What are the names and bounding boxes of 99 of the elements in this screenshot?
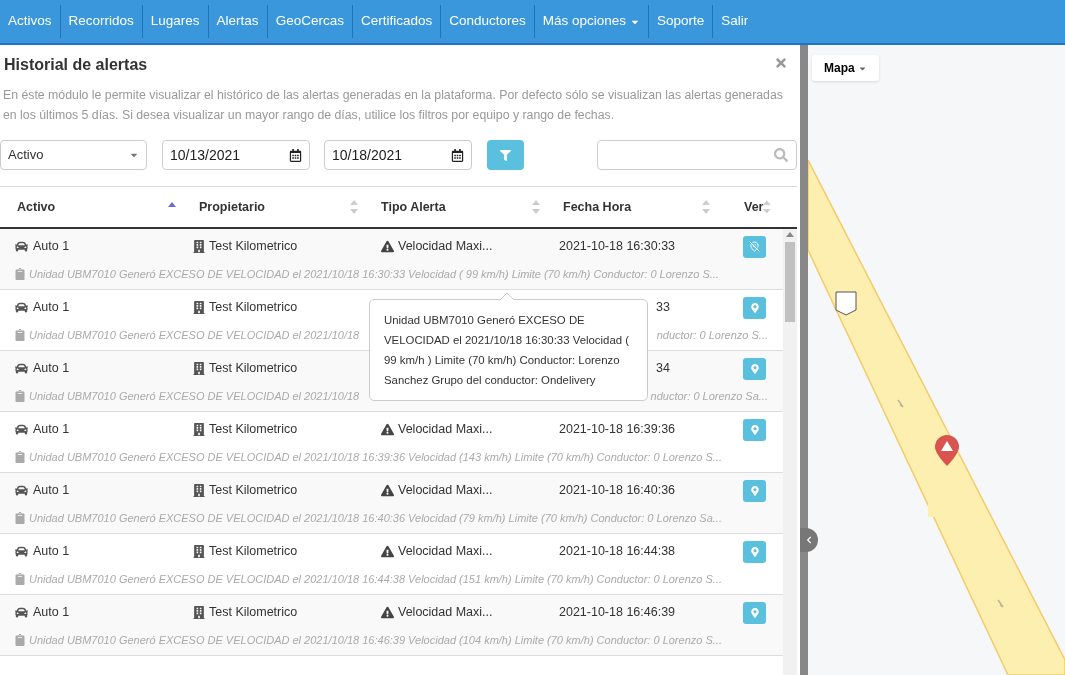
column-header[interactable]: Ver <box>744 197 764 217</box>
nav-link[interactable]: Más opciones <box>533 5 649 38</box>
warning-icon <box>381 484 394 498</box>
nav-link[interactable]: Lugares <box>141 5 208 38</box>
view-button[interactable] <box>743 540 766 563</box>
building-icon <box>193 484 205 498</box>
building-icon <box>193 301 205 315</box>
building-icon <box>193 240 205 254</box>
column-header[interactable]: Activo <box>17 197 56 217</box>
warning-icon <box>381 606 394 620</box>
clipboard-icon <box>15 390 25 402</box>
view-button[interactable] <box>743 235 766 258</box>
asset-cell-text: Auto 1 <box>33 482 70 500</box>
warning-icon <box>381 423 394 437</box>
alert-detail: nductor: 0 Lorenzo S... <box>656 327 768 343</box>
map-layer-button[interactable]: Mapa <box>812 55 879 81</box>
alert-detail: Unidad UBM7010 Generó EXCESO DE VELOCIDAD el 2021/10/18 <box>29 388 360 404</box>
nav-link[interactable]: Certificados <box>351 5 441 38</box>
clipboard-icon <box>15 451 25 463</box>
owner-cell-text: Test Kilometrico <box>209 543 298 561</box>
car-icon <box>15 423 28 437</box>
close-button[interactable] <box>774 56 788 70</box>
owner-cell-text: Test Kilometrico <box>209 482 298 500</box>
collapse-handle[interactable] <box>800 528 818 552</box>
car-icon <box>15 606 28 620</box>
nav-link[interactable]: GeoCercas <box>266 5 352 38</box>
nav-link[interactable]: Alertas <box>207 5 267 38</box>
datetime-cell-text: 33 <box>656 299 670 317</box>
car-icon <box>15 362 28 376</box>
datetime-cell-text: 2021-10-18 16:46:39 <box>559 604 676 622</box>
column-header[interactable]: Propietario <box>199 197 265 217</box>
alert-detail: Unidad UBM7010 Generó EXCESO DE VELOCIDAD el 2021/10/18 16:40:36 Velocidad (79 km/h) Limite (70 km/h) Conductor: 0 Lorenzo Sa... <box>29 510 722 526</box>
date-field[interactable]: 10/13/2021 <box>162 140 310 170</box>
clipboard-icon <box>15 512 25 524</box>
car-icon <box>15 545 28 559</box>
filter-button[interactable] <box>487 140 524 170</box>
view-button[interactable] <box>743 601 766 624</box>
panel-description: En éste módulo le permite visualizar el histórico de las alertas generadas en la plataforma. Por defecto sólo se visualizan las alertas generadas en los últimos 5 días. Si desea visualizar un mayor rango de días, utilice los filtros por equipo y rango de fechas. <box>2 87 784 124</box>
nav-link[interactable]: Recorridos <box>59 5 142 38</box>
warning-icon <box>381 545 394 559</box>
alert-type-cell-text: Velocidad Maxi... <box>398 238 493 256</box>
alert-detail: Unidad UBM7010 Generó EXCESO DE VELOCIDAD el 2021/10/18 16:30:33 Velocidad ( 99 km/h) Limite (70 km/h) Conductor: 0 Lorenzo S... <box>29 266 719 282</box>
building-icon <box>193 545 205 559</box>
clipboard-icon <box>15 634 25 646</box>
alert-type-cell-text: Velocidad Maxi... <box>398 421 493 439</box>
nav-link[interactable]: Salir <box>712 5 757 38</box>
asset-cell-text: Auto 1 <box>33 299 70 317</box>
search-field[interactable] <box>597 140 797 170</box>
column-header[interactable]: Tipo Alerta <box>381 197 446 217</box>
alert-type-cell-text: Velocidad Maxi... <box>398 604 493 622</box>
owner-cell-text: Test Kilometrico <box>209 238 298 256</box>
view-button[interactable] <box>743 479 766 502</box>
asset-cell-text: Auto 1 <box>33 421 70 439</box>
building-icon <box>193 606 205 620</box>
owner-cell-text: Test Kilometrico <box>209 421 298 439</box>
alert-detail: Unidad UBM7010 Generó EXCESO DE VELOCIDAD el 2021/10/18 <box>29 327 360 343</box>
datetime-cell-text: 2021-10-18 16:40:36 <box>559 482 676 500</box>
asset-cell-text: Auto 1 <box>33 543 70 561</box>
calendar-icon <box>289 148 302 162</box>
owner-cell-text: Test Kilometrico <box>209 360 298 378</box>
alert-detail: nductor: 0 Lorenzo Sa... <box>650 388 768 404</box>
view-button[interactable] <box>743 418 766 441</box>
alert-detail: Unidad UBM7010 Generó EXCESO DE VELOCIDAD el 2021/10/18 16:44:38 Velocidad (151 km/h) Limite (70 km/h) Conductor: 0 Lorenzo S... <box>29 571 722 587</box>
car-icon <box>15 301 28 315</box>
alert-detail: Unidad UBM7010 Generó EXCESO DE VELOCIDAD el 2021/10/18 16:39:36 Velocidad (143 km/h) Limite (70 km/h) Conductor: 0 Lorenzo S... <box>29 449 722 465</box>
clipboard-icon <box>15 573 25 585</box>
date-field[interactable]: 10/18/2021 <box>324 140 472 170</box>
filter-icon <box>500 149 511 161</box>
search-icon <box>774 148 788 162</box>
view-button[interactable] <box>743 296 766 319</box>
datetime-cell-text: 2021-10-18 16:44:38 <box>559 543 676 561</box>
nav-link[interactable]: Activos <box>0 5 60 38</box>
owner-cell-text: Test Kilometrico <box>209 299 298 317</box>
datetime-cell-text: 34 <box>656 360 670 378</box>
view-button[interactable] <box>743 357 766 380</box>
nav-link[interactable]: Soporte <box>648 5 713 38</box>
building-icon <box>193 423 205 437</box>
asset-cell-text: Auto 1 <box>33 604 70 622</box>
asset-cell-text: Auto 1 <box>33 360 70 378</box>
nav-link[interactable]: Conductores <box>440 5 534 38</box>
warning-icon <box>381 240 394 254</box>
scrollbar[interactable] <box>783 229 797 675</box>
alert-type-cell-text: Velocidad Maxi... <box>398 543 493 561</box>
building-icon <box>193 362 205 376</box>
datetime-cell-text: 2021-10-18 16:30:33 <box>559 238 676 256</box>
alert-detail: Unidad UBM7010 Generó EXCESO DE VELOCIDAD el 2021/10/18 16:46:39 Velocidad (104 km/h) Limite (70 km/h) Conductor: 0 Lorenzo S... <box>29 632 722 648</box>
car-icon <box>15 484 28 498</box>
calendar-icon <box>451 148 464 162</box>
asset-cell-text: Auto 1 <box>33 238 70 256</box>
tooltip-text: Unidad UBM7010 Generó EXCESO DE VELOCIDAD el 2021/10/18 16:30:33 Velocidad ( 99 km/h ) Limite (70 km/h) Conductor: Lorenzo Sanchez Grupo del conductor: Ondelivery <box>384 313 631 388</box>
clipboard-icon <box>15 329 25 341</box>
panel-title: Historial de alertas <box>4 55 148 75</box>
clipboard-icon <box>15 268 25 280</box>
column-header[interactable]: Fecha Hora <box>563 197 632 217</box>
alert-type-cell-text: Velocidad Maxi... <box>398 482 493 500</box>
asset-select[interactable]: Activo <box>0 140 147 170</box>
owner-cell-text: Test Kilometrico <box>209 604 298 622</box>
datetime-cell-text: 2021-10-18 16:39:36 <box>559 421 676 439</box>
car-icon <box>15 240 28 254</box>
